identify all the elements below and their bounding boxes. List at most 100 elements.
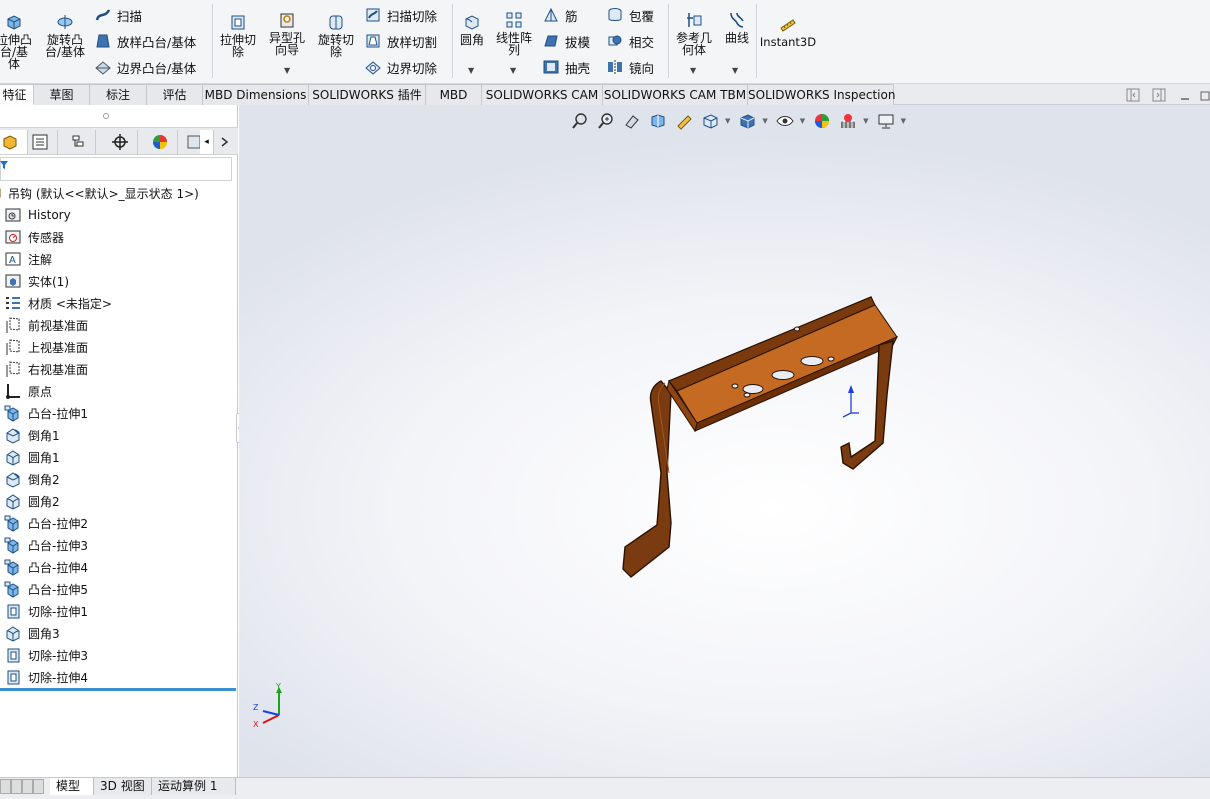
tab-motion-study-1[interactable]: 运动算例 1 [152,778,236,795]
tab-solidworks-cam[interactable]: SOLIDWORKS CAM [482,84,603,105]
intersect-button[interactable]: 相交 [606,30,654,52]
fillet-button[interactable]: 圆角 [456,12,488,46]
tree-item[interactable]: History [4,204,71,226]
tab-solidworks-cam-tbm[interactable]: SOLIDWORKS CAM TBM [603,84,748,105]
tree-item[interactable]: 倒角1 [4,424,60,446]
dynamic-annotation-button[interactable] [673,110,695,132]
tile-right-icon[interactable] [1152,88,1166,102]
extrude-cut-button[interactable]: 拉伸切除 [216,12,260,58]
hole-wizard-dropdown-icon[interactable]: ▼ [284,66,290,75]
tree-item[interactable]: 圆角1 [4,446,60,468]
tree-item[interactable]: 上视基准面 [4,336,88,358]
tree-item[interactable]: 传感器 [4,226,64,248]
tree-item[interactable]: 凸台-拉伸5 [4,578,88,600]
configuration-icon [72,135,83,147]
tree-item[interactable]: 材质 <未指定> [4,292,112,314]
apply-scene-button[interactable] [837,110,859,132]
sweep-button[interactable]: 扫描 [94,4,142,26]
boundary-cut-button[interactable]: 边界切除 [364,56,437,78]
view-orientation-dropdown-icon[interactable]: ▼ [725,117,730,125]
previous-view-button[interactable] [621,110,643,132]
curves-button[interactable]: 曲线 [720,10,754,44]
tab-markup[interactable]: 标注 [90,84,147,105]
tree-item[interactable]: 圆角3 [4,622,60,644]
display-style-dropdown-icon[interactable]: ▼ [762,117,767,125]
tree-filter-input[interactable] [0,157,232,181]
rollback-bar[interactable] [0,688,236,691]
zoom-to-area-button[interactable] [595,110,617,132]
linear-pattern-dropdown-icon[interactable]: ▼ [510,66,516,75]
lofted-cut-button[interactable]: 放样切割 [364,30,437,52]
configuration-manager-tab[interactable] [60,130,96,154]
tree-item[interactable]: 切除-拉伸1 [4,600,88,622]
tree-item[interactable]: 右视基准面 [4,358,88,380]
swept-cut-button[interactable]: 扫描切除 [364,4,437,26]
zoom-to-fit-button[interactable] [569,110,591,132]
hide-show-items-button[interactable] [774,110,796,132]
revolve-boss-button[interactable]: 旋转凸台/基体 [42,12,88,58]
loft-boss-button[interactable]: 放样凸台/基体 [94,30,196,52]
tab-model[interactable]: 模型 [50,778,94,795]
property-manager-tab[interactable] [22,130,58,154]
tree-item[interactable]: 倒角2 [4,468,60,490]
tree-item[interactable]: 原点 [4,380,52,402]
edit-appearance-button[interactable] [811,110,833,132]
next-tab-button[interactable] [22,779,33,794]
view-settings-button[interactable] [875,110,897,132]
apply-scene-dropdown-icon[interactable]: ▼ [863,117,868,125]
revolve-cut-button[interactable]: 旋转切除 [314,12,358,58]
mirror-button[interactable]: 镜向 [606,56,654,78]
scroll-tabs-left-button[interactable]: ◂ [200,130,214,154]
curves-dropdown-icon[interactable]: ▼ [732,66,738,75]
tree-item[interactable]: 凸台-拉伸3 [4,534,88,556]
hide-show-dropdown-icon[interactable]: ▼ [800,117,805,125]
tree-item[interactable]: 切除-拉伸3 [4,644,88,666]
tab-features[interactable]: 特征 [0,84,34,105]
tree-item[interactable]: 凸台-拉伸4 [4,556,88,578]
reference-geometry-dropdown-icon[interactable]: ▼ [690,66,696,75]
instant3d-button[interactable]: Instant3D [760,14,816,48]
first-tab-button[interactable] [0,779,11,794]
reference-geometry-button[interactable]: 参考几何体 [672,10,716,56]
tab-sketch[interactable]: 草图 [34,84,90,105]
dimxpert-manager-tab[interactable] [102,130,138,154]
shell-button[interactable]: 抽壳 [542,56,590,78]
tab-mbd-dimensions[interactable]: MBD Dimensions [203,84,309,105]
extrude-boss-button[interactable]: 拉伸凸台/基体 [0,12,36,70]
draft-button[interactable]: 拔模 [542,30,590,52]
tab-mbd[interactable]: MBD [426,84,482,105]
scroll-tabs-right-button[interactable] [214,130,234,154]
tab-3d-views[interactable]: 3D 视图 [94,778,152,795]
wrap-button[interactable]: 包覆 [606,4,654,26]
model-origin-axis [842,385,859,418]
tab-evaluate[interactable]: 评估 [147,84,203,105]
view-orientation-button[interactable] [699,110,721,132]
last-tab-button[interactable] [33,779,44,794]
previous-tab-button[interactable] [11,779,22,794]
tile-left-icon[interactable] [1126,88,1140,102]
restore-icon[interactable] [1198,88,1210,102]
display-style-button[interactable] [736,110,758,132]
panel-grip-icon[interactable] [102,112,110,120]
section-view-button[interactable] [647,110,669,132]
rib-button[interactable]: 筋 [542,4,578,26]
tree-root-part[interactable]: 吊钩 (默认<<默认>_显示状态 1>) [0,182,199,204]
hook-bracket-model[interactable] [609,285,909,585]
tree-item[interactable]: 切除-拉伸4 [4,666,88,688]
tree-item[interactable]: 凸台-拉伸2 [4,512,88,534]
hole-wizard-button[interactable]: 异型孔向导 [264,10,310,56]
tree-item[interactable]: 圆角2 [4,490,60,512]
linear-pattern-button[interactable]: 线性阵列 [492,10,536,56]
graphics-area[interactable]: ▼ ▼ ▼ ▼ ▼ Y X Z [239,105,1210,777]
tree-item[interactable]: A 注解 [4,248,52,270]
tab-solidworks-inspection[interactable]: SOLIDWORKS Inspection [748,84,895,105]
tree-item[interactable]: 凸台-拉伸1 [4,402,88,424]
minimize-icon[interactable] [1178,88,1192,102]
tree-item[interactable]: 前视基准面 [4,314,88,336]
fillet-dropdown-icon[interactable]: ▼ [468,66,474,75]
tree-item[interactable]: 实体(1) [4,270,69,292]
view-settings-dropdown-icon[interactable]: ▼ [901,117,906,125]
tab-solidworks-addins[interactable]: SOLIDWORKS 插件 [309,84,426,105]
boundary-boss-button[interactable]: 边界凸台/基体 [94,56,196,78]
display-manager-tab[interactable] [142,130,178,154]
